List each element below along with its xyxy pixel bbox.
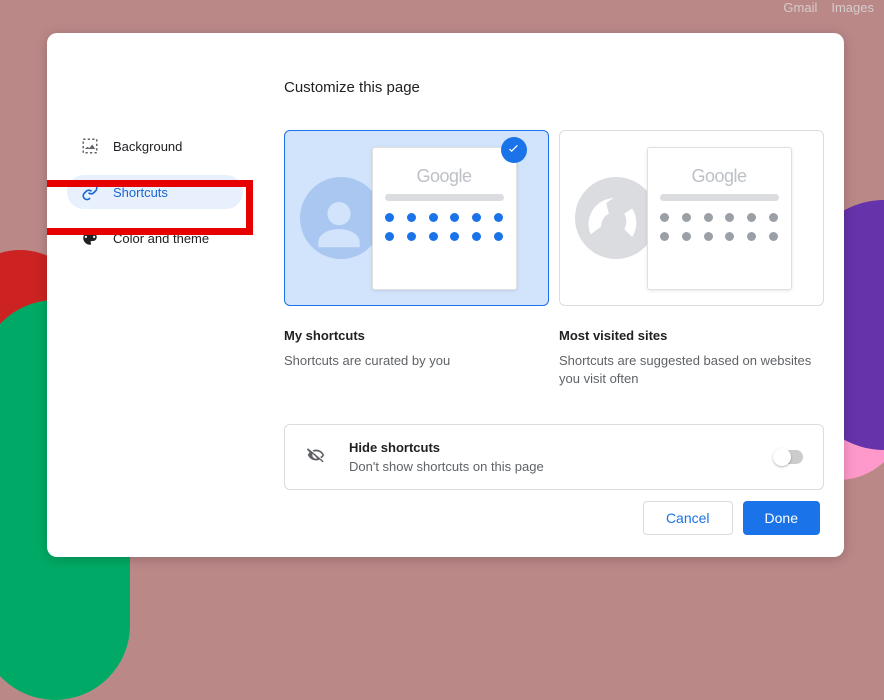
mini-window-my: Google bbox=[372, 147, 517, 290]
cancel-button[interactable]: Cancel bbox=[643, 501, 733, 535]
customize-dialog: Background Shortcuts Color and theme Cus… bbox=[47, 33, 844, 557]
done-button[interactable]: Done bbox=[743, 501, 820, 535]
card-my-shortcuts[interactable]: Google My shortcuts Shortcuts are curate… bbox=[284, 130, 549, 388]
main-content: Customize this page Google bbox=[254, 33, 844, 557]
gmail-link[interactable]: Gmail bbox=[783, 0, 817, 15]
checkmark-icon bbox=[501, 137, 527, 163]
hide-title: Hide shortcuts bbox=[349, 440, 751, 455]
card-desc-my: Shortcuts are curated by you bbox=[284, 352, 549, 370]
sidebar-item-color-theme[interactable]: Color and theme bbox=[67, 221, 243, 255]
preview-most-visited: Google bbox=[559, 130, 824, 306]
card-title-my: My shortcuts bbox=[284, 328, 549, 343]
globe-icon bbox=[575, 177, 657, 259]
sidebar-label-background: Background bbox=[113, 139, 182, 154]
sidebar-label-shortcuts: Shortcuts bbox=[113, 185, 168, 200]
sidebar-item-background[interactable]: Background bbox=[67, 129, 243, 163]
sidebar-item-shortcuts[interactable]: Shortcuts bbox=[67, 175, 243, 209]
preview-my-shortcuts: Google bbox=[284, 130, 549, 306]
person-icon bbox=[300, 177, 382, 259]
link-icon bbox=[81, 183, 99, 201]
eye-off-icon bbox=[305, 444, 327, 471]
dialog-footer: Cancel Done bbox=[284, 501, 824, 537]
mini-brand-most: Google bbox=[660, 166, 779, 187]
hide-shortcuts-row: Hide shortcuts Don't show shortcuts on t… bbox=[284, 424, 824, 490]
card-title-most: Most visited sites bbox=[559, 328, 824, 343]
option-cards: Google My shortcuts Shortcuts are curate… bbox=[284, 130, 824, 388]
card-desc-most: Shortcuts are suggested based on website… bbox=[559, 352, 824, 388]
hide-toggle[interactable] bbox=[773, 450, 803, 464]
top-links: Gmail Images bbox=[783, 0, 874, 15]
images-link[interactable]: Images bbox=[831, 0, 874, 15]
mini-brand: Google bbox=[385, 166, 504, 187]
card-most-visited[interactable]: Google Most visited sites Shortcuts are … bbox=[559, 130, 824, 388]
mini-window-most: Google bbox=[647, 147, 792, 290]
dialog-title: Customize this page bbox=[284, 79, 824, 96]
hide-desc: Don't show shortcuts on this page bbox=[349, 459, 751, 474]
palette-icon bbox=[81, 229, 99, 247]
sidebar-label-color-theme: Color and theme bbox=[113, 231, 209, 246]
image-icon bbox=[81, 137, 99, 155]
sidebar: Background Shortcuts Color and theme bbox=[47, 33, 254, 557]
